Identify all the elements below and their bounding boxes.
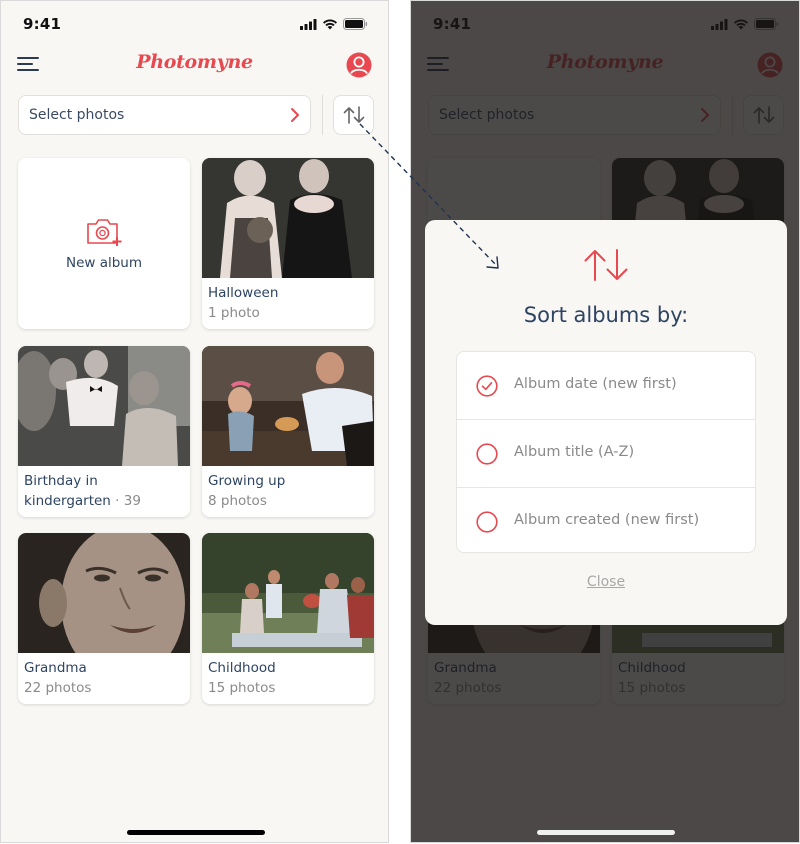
sort-modal: Sort albums by: Album date (new first) A… [425, 220, 787, 625]
album-photo-count: 8 photos [208, 493, 267, 509]
wifi-icon [323, 19, 337, 29]
sort-arrows-icon [584, 249, 628, 281]
album-photo-count: 15 photos [208, 680, 276, 696]
select-photos-button[interactable]: Select photos [18, 95, 311, 135]
album-title-line2: kindergarten · 39 [24, 493, 141, 509]
album-title: Birthday in [24, 473, 98, 489]
user-avatar-icon[interactable] [346, 52, 372, 78]
toolbar-divider [322, 95, 323, 135]
modal-title: Sort albums by: [523, 303, 689, 327]
album-title: Grandma [24, 660, 87, 676]
phone-screen-sort-modal: 9:41 Photomyne Select photos [410, 0, 800, 843]
album-card[interactable]: Halloween 1 photo [202, 158, 374, 329]
close-button[interactable]: Close [425, 574, 787, 590]
app-logo: Photomyne [136, 51, 253, 73]
select-photos-label: Select photos [29, 107, 125, 123]
sort-option-label: Album date (new first) [514, 376, 677, 392]
new-album-label: New album [65, 254, 143, 271]
album-photo-count: 22 photos [24, 680, 92, 696]
sort-option-album-created[interactable]: Album created (new first) [457, 488, 755, 552]
sort-options-list: Album date (new first) Album title (A-Z)… [456, 351, 756, 553]
home-indicator [537, 830, 675, 835]
album-card[interactable]: Birthday in kindergarten · 39 [18, 346, 190, 517]
album-thumbnail-grandma [18, 533, 190, 653]
album-thumbnail-halloween [202, 158, 374, 278]
status-bar: 9:41 [23, 15, 368, 35]
album-thumbnail-childhood [202, 533, 374, 653]
album-card[interactable]: Childhood 15 photos [202, 533, 374, 704]
radio-checked-icon [476, 375, 498, 397]
phone-screen-album-list: 9:41 Photomyne Select photos New album H… [0, 0, 389, 843]
radio-unchecked-icon [476, 443, 498, 465]
album-title: Halloween [208, 285, 279, 301]
app-header: Photomyne [1, 47, 388, 83]
home-indicator [127, 830, 265, 835]
sort-option-label: Album title (A-Z) [514, 444, 635, 460]
sort-option-album-title[interactable]: Album title (A-Z) [457, 420, 755, 488]
album-card[interactable]: Grandma 22 photos [18, 533, 190, 704]
album-photo-count: · 39 [115, 493, 141, 509]
status-time: 9:41 [23, 15, 62, 33]
album-title: Growing up [208, 473, 286, 489]
album-photo-count: 1 photo [208, 305, 260, 321]
chevron-right-icon [291, 108, 299, 122]
radio-unchecked-icon [476, 511, 498, 533]
album-thumbnail-growing-up [202, 346, 374, 466]
battery-icon [343, 18, 368, 30]
cellular-signal-icon [300, 18, 317, 30]
camera-plus-icon [87, 218, 122, 246]
album-title: Childhood [208, 660, 276, 676]
album-card[interactable]: Growing up 8 photos [202, 346, 374, 517]
sort-option-label: Album created (new first) [514, 512, 700, 528]
sort-option-album-date[interactable]: Album date (new first) [457, 352, 755, 420]
sort-button[interactable] [333, 95, 374, 135]
new-album-card[interactable]: New album [18, 158, 190, 329]
album-thumbnail-birthday [18, 346, 190, 466]
sort-arrows-icon [343, 106, 364, 124]
